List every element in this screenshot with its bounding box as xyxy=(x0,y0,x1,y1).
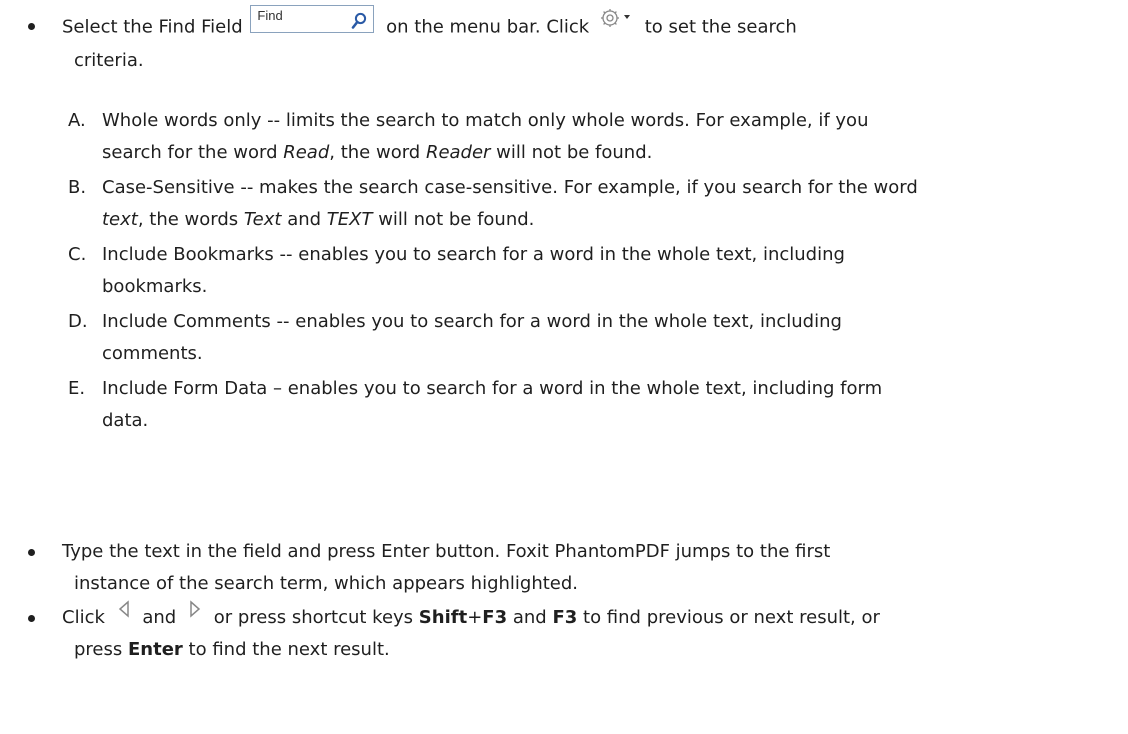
dropdown-arrow-icon xyxy=(623,15,630,19)
option-letter: A. xyxy=(68,110,86,131)
text-line: Select the Find Field Find on the menu b… xyxy=(62,4,1098,45)
text-menu-bar: on the menu bar. Click xyxy=(386,16,590,38)
option-text: Whole words only -- limits the search to… xyxy=(102,110,869,131)
bullet-type-text: Type the text in the field and press Ent… xyxy=(28,536,1098,600)
text-line: Click and or press shortcut keys Shift+F… xyxy=(62,600,1098,634)
option-include-bookmarks: C. Include Bookmarks -- enables you to s… xyxy=(68,239,1098,303)
find-field-placeholder: Find xyxy=(257,7,283,23)
text-search-criteria: to set the search xyxy=(644,16,797,38)
search-icon xyxy=(351,9,367,41)
option-letter: E. xyxy=(68,378,86,399)
option-include-form-data: E. Include Form Data – enables you to se… xyxy=(68,373,1098,437)
option-text-cont: search for the word Read, the word Reade… xyxy=(102,142,653,163)
key-shift: Shift xyxy=(418,607,468,628)
text-line: Type the text in the field and press Ent… xyxy=(62,541,831,562)
gear-icon[interactable] xyxy=(599,6,635,41)
find-field[interactable]: Find xyxy=(250,4,375,33)
option-text-cont: comments. xyxy=(102,343,203,364)
text-select-find-field: Select the Find Field xyxy=(62,16,243,38)
option-text: Include Comments -- enables you to searc… xyxy=(102,311,842,332)
option-text-cont: text, the words Text and TEXT will not b… xyxy=(102,209,535,230)
key-f3: F3 xyxy=(482,607,508,628)
option-case-sensitive: B. Case-Sensitive -- makes the search ca… xyxy=(68,172,1098,236)
option-whole-words: A. Whole words only -- limits the search… xyxy=(68,105,1098,169)
bullet-select-find: Select the Find Field Find on the menu b… xyxy=(28,4,1098,77)
option-text: Include Form Data – enables you to searc… xyxy=(102,378,883,399)
option-text-cont: bookmarks. xyxy=(102,276,208,297)
text-line: press Enter to find the next result. xyxy=(74,639,390,660)
text-line: instance of the search term, which appea… xyxy=(74,573,579,594)
bullet-dot xyxy=(28,615,35,622)
text-criteria: criteria. xyxy=(74,50,144,71)
bullet-dot xyxy=(28,549,35,556)
option-letter: B. xyxy=(68,177,87,198)
bullet-navigate-results: Click and or press shortcut keys Shift+F… xyxy=(28,600,1098,666)
option-text-cont: data. xyxy=(102,410,149,431)
key-enter: Enter xyxy=(128,639,183,660)
option-text: Case-Sensitive -- makes the search case-… xyxy=(102,177,918,198)
option-letter: D. xyxy=(68,311,88,332)
option-letter: C. xyxy=(68,244,87,265)
key-f3: F3 xyxy=(552,607,578,628)
bullet-dot xyxy=(28,23,35,30)
previous-result-icon[interactable] xyxy=(115,598,133,630)
document-page: Select the Find Field Find on the menu b… xyxy=(0,0,1128,734)
option-text: Include Bookmarks -- enables you to sear… xyxy=(102,244,845,265)
option-include-comments: D. Include Comments -- enables you to se… xyxy=(68,306,1098,370)
next-result-icon[interactable] xyxy=(186,598,204,630)
